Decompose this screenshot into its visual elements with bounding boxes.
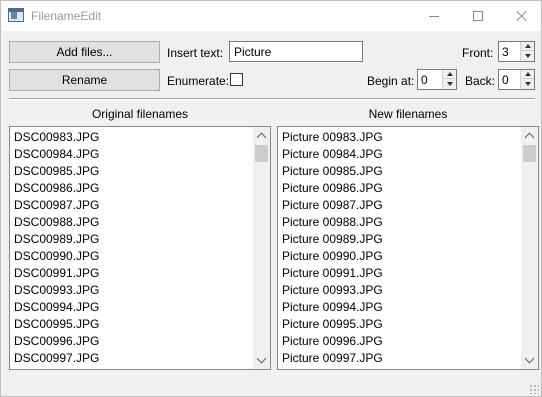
chevron-down-icon [524, 353, 535, 364]
list-item[interactable]: DSC00994.JPG [14, 299, 99, 316]
list-item[interactable]: DSC00993.JPG [14, 282, 99, 299]
front-value: 3 [502, 45, 509, 59]
list-item[interactable]: DSC00988.JPG [14, 214, 99, 231]
new-scrollbar[interactable] [521, 127, 538, 369]
minimize-icon [429, 15, 439, 17]
original-filenames-header: Original filenames [91, 107, 189, 121]
begin-at-spin-up-button[interactable] [443, 70, 456, 79]
add-files-button[interactable]: Add files... [9, 41, 160, 63]
front-spin-up-button[interactable] [521, 42, 534, 51]
chevron-down-icon [256, 353, 267, 364]
back-spin-up-button[interactable] [521, 70, 534, 79]
original-scrollbar[interactable] [253, 127, 270, 369]
rename-button[interactable]: Rename [9, 69, 160, 91]
resize-grip-icon[interactable] [529, 384, 539, 394]
scroll-up-button[interactable] [521, 127, 538, 144]
front-spin-buttons [520, 42, 534, 61]
list-item[interactable]: Picture 00983.JPG [282, 129, 383, 146]
list-item[interactable]: DSC00996.JPG [14, 333, 99, 350]
front-label: Front: [462, 46, 494, 60]
original-items: DSC00983.JPG DSC00984.JPG DSC00985.JPG DSC0… [14, 129, 99, 367]
list-item[interactable]: DSC00987.JPG [14, 197, 99, 214]
separator [9, 98, 535, 100]
front-spinbox[interactable]: 3 [498, 41, 535, 62]
scroll-thumb[interactable] [255, 145, 268, 162]
list-item[interactable]: DSC00995.JPG [14, 316, 99, 333]
scroll-thumb[interactable] [523, 145, 536, 162]
list-item[interactable]: Picture 00995.JPG [282, 316, 383, 333]
list-item[interactable]: Picture 00986.JPG [282, 180, 383, 197]
list-item[interactable]: Picture 00984.JPG [282, 146, 383, 163]
enumerate-checkbox[interactable] [230, 73, 243, 86]
list-item[interactable]: Picture 00989.JPG [282, 231, 383, 248]
title-bar[interactable]: FilenameEdit [1, 1, 541, 31]
list-item[interactable]: Picture 00997.JPG [282, 350, 383, 367]
begin-at-value: 0 [421, 73, 428, 87]
scroll-down-button[interactable] [521, 352, 538, 369]
list-item[interactable]: DSC00983.JPG [14, 129, 99, 146]
list-item[interactable]: Picture 00985.JPG [282, 163, 383, 180]
list-item[interactable]: DSC00984.JPG [14, 146, 99, 163]
back-spin-buttons [520, 70, 534, 89]
front-spin-down-button[interactable] [521, 51, 534, 60]
begin-at-label: Begin at: [367, 74, 415, 88]
back-spin-down-button[interactable] [521, 79, 534, 88]
list-item[interactable]: Picture 00990.JPG [282, 248, 383, 265]
original-filenames-list[interactable]: DSC00983.JPG DSC00984.JPG DSC00985.JPG DSC0… [9, 126, 271, 370]
list-item[interactable]: DSC00991.JPG [14, 265, 99, 282]
app-icon [8, 8, 24, 22]
triangle-down-icon [446, 81, 453, 86]
list-item[interactable]: Picture 00988.JPG [282, 214, 383, 231]
scroll-down-button[interactable] [253, 352, 270, 369]
list-item[interactable]: DSC00989.JPG [14, 231, 99, 248]
chevron-up-icon [524, 132, 535, 143]
new-filenames-header: New filenames [368, 107, 448, 121]
begin-at-spin-buttons [442, 70, 456, 89]
list-item[interactable]: Picture 00991.JPG [282, 265, 383, 282]
triangle-up-icon [524, 72, 531, 76]
maximize-button[interactable] [455, 1, 501, 31]
close-button[interactable] [499, 1, 542, 31]
triangle-down-icon [524, 53, 531, 58]
list-item[interactable]: Picture 00987.JPG [282, 197, 383, 214]
back-label: Back: [465, 74, 496, 88]
list-item[interactable]: Picture 00994.JPG [282, 299, 383, 316]
chevron-up-icon [256, 132, 267, 143]
back-spinbox[interactable]: 0 [498, 69, 535, 90]
maximize-icon [473, 11, 483, 21]
minimize-button[interactable] [411, 1, 457, 31]
triangle-up-icon [446, 72, 453, 76]
close-icon [516, 10, 528, 22]
enumerate-label: Enumerate: [167, 74, 230, 88]
begin-at-spin-down-button[interactable] [443, 79, 456, 88]
triangle-up-icon [524, 44, 531, 48]
list-item[interactable]: DSC00985.JPG [14, 163, 99, 180]
new-filenames-list[interactable]: Picture 00983.JPG Picture 00984.JPG Pictur… [277, 126, 539, 370]
scroll-up-button[interactable] [253, 127, 270, 144]
window-title: FilenameEdit [31, 9, 102, 23]
list-item[interactable]: Picture 00993.JPG [282, 282, 383, 299]
list-item[interactable]: DSC00997.JPG [14, 350, 99, 367]
insert-text-input[interactable]: Picture [229, 41, 363, 62]
insert-text-label: Insert text: [167, 46, 224, 60]
new-items: Picture 00983.JPG Picture 00984.JPG Pictur… [282, 129, 383, 367]
back-value: 0 [502, 73, 509, 87]
triangle-down-icon [524, 81, 531, 86]
list-item[interactable]: DSC00986.JPG [14, 180, 99, 197]
list-item[interactable]: DSC00990.JPG [14, 248, 99, 265]
list-item[interactable]: Picture 00996.JPG [282, 333, 383, 350]
app-window: FilenameEdit Add files... Insert text: P… [0, 0, 542, 397]
begin-at-spinbox[interactable]: 0 [417, 69, 457, 90]
